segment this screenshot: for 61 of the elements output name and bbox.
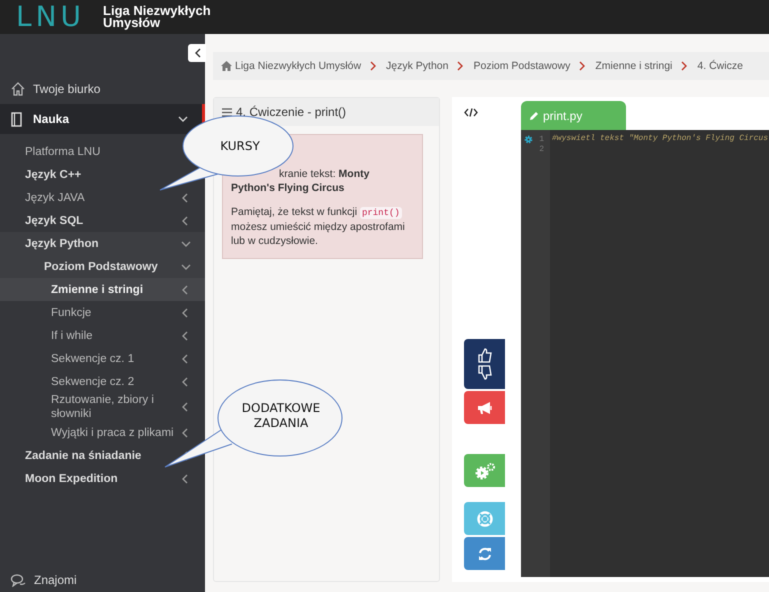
- report-button[interactable]: [464, 391, 505, 424]
- task-text: kranie tekst: Monty Python's Flying Circus: [231, 167, 370, 195]
- lifebuoy-icon: [476, 510, 492, 526]
- code-editor[interactable]: 1 2 #wyswietl tekst "Monty Python's Flying Circus: [521, 130, 769, 577]
- menu-item[interactable]: Rzutowanie, zbiory i słowniki: [51, 393, 181, 421]
- reset-button[interactable]: [464, 537, 505, 570]
- menu-item[interactable]: Zadanie na śniadanie: [25, 448, 160, 462]
- chevron-right-icon: [457, 61, 464, 71]
- menu-item[interactable]: Wyjątki i praca z plikami: [51, 426, 181, 440]
- menu-icon: [222, 108, 232, 116]
- breadcrumb-link[interactable]: Zmienne i stringi: [595, 60, 672, 72]
- code-icon[interactable]: [464, 108, 478, 116]
- brand-name: Liga Niezwykłych Umysłów: [103, 5, 212, 29]
- megaphone-icon: [476, 400, 492, 414]
- thumbs-up-icon: [478, 348, 492, 363]
- sidebar-item[interactable]: Nauka: [0, 104, 205, 134]
- callout-text: DODATKOWE ZADANIA: [240, 401, 322, 431]
- exercise-title: 4. Ćwiczenie - print(): [236, 105, 346, 119]
- chevron-right-icon: [370, 61, 378, 71]
- menu-item[interactable]: Zmienne i stringi: [0, 278, 205, 301]
- chat-icon: [10, 573, 26, 587]
- line-number: 2: [539, 144, 545, 154]
- menu-item[interactable]: Sekwencje cz. 2: [51, 374, 181, 388]
- line-number: 1: [539, 134, 545, 144]
- home-icon: [10, 81, 25, 96]
- refresh-icon: [478, 546, 492, 560]
- gears-icon: [474, 462, 496, 480]
- menu-item[interactable]: Funkcje: [51, 306, 181, 320]
- menu-item[interactable]: Język Python: [0, 232, 205, 255]
- breadcrumb-link[interactable]: Liga Niezwykłych Umysłów: [221, 60, 362, 72]
- sidebar-item[interactable]: Twoje biurko: [0, 75, 205, 102]
- gear-icon: [524, 134, 533, 144]
- menu-item[interactable]: If i while: [51, 328, 181, 342]
- run-button[interactable]: [464, 454, 505, 487]
- menu-item[interactable]: Język C++: [25, 168, 160, 182]
- sidebar-item[interactable]: Znajomi: [10, 573, 77, 587]
- pencil-icon: [529, 110, 539, 120]
- breadcrumb-link[interactable]: Język Python: [386, 60, 448, 72]
- code-line: #wyswietl tekst "Monty Python's Flying Circus: [552, 134, 768, 144]
- chevron-left-icon: [194, 48, 200, 58]
- menu-item[interactable]: Poziom Podstawowy: [0, 255, 205, 278]
- chevron-right-icon: [579, 61, 586, 71]
- menu-item[interactable]: Język SQL: [25, 214, 160, 228]
- collapse-button[interactable]: [188, 44, 206, 62]
- help-button[interactable]: [464, 502, 505, 535]
- chevron-right-icon: [681, 61, 688, 71]
- menu-item[interactable]: Platforma LNU: [25, 144, 160, 158]
- note-text: Pamiętaj, że tekst w funkcji print() możesz umieścić między apostrofami lub w cudzysłowie.: [231, 205, 406, 248]
- vote-button[interactable]: [464, 339, 505, 389]
- thumbs-down-icon: [478, 365, 492, 380]
- chevron-down-icon: [181, 238, 191, 248]
- breadcrumb-link[interactable]: Poziom Podstawowy: [473, 60, 570, 72]
- breadcrumb-link[interactable]: 4. Ćwicze: [697, 60, 743, 72]
- menu-item[interactable]: Język JAVA: [25, 190, 160, 204]
- menu-item[interactable]: Moon Expedition: [25, 472, 160, 486]
- home-icon: [221, 61, 232, 71]
- chevron-down-icon: [181, 262, 191, 272]
- callout-text: KURSY: [219, 139, 261, 154]
- chevron-down-icon: [178, 114, 188, 124]
- menu-item[interactable]: Sekwencje cz. 1: [51, 352, 181, 366]
- logo: LNU: [16, 2, 86, 32]
